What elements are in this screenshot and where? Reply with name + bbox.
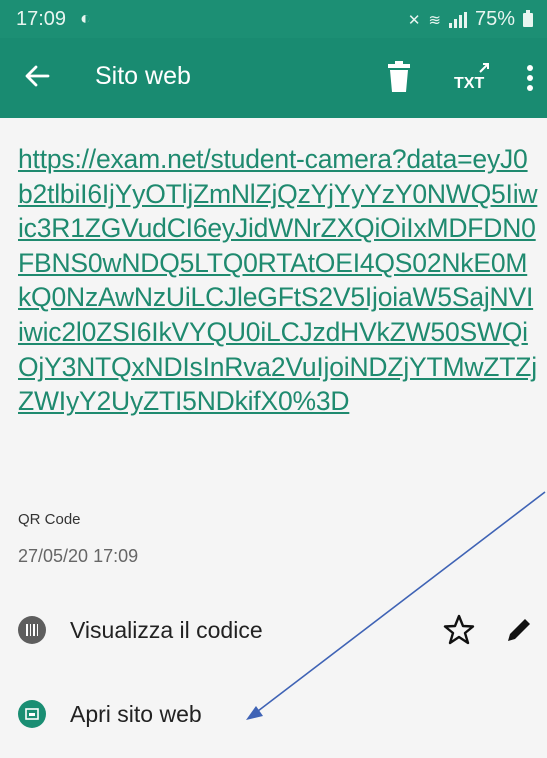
trash-icon[interactable] <box>384 60 414 96</box>
silent-icon: ✕ <box>407 11 421 29</box>
scan-date: 27/05/20 17:09 <box>18 546 139 566</box>
barcode-icon <box>18 616 46 644</box>
app-bar: Sito web TXT <box>0 38 547 118</box>
battery-percent: 75% <box>474 8 515 30</box>
scanned-url-link[interactable]: https://exam.net/student-camera?data=eyJ… <box>18 142 538 419</box>
view-code-action[interactable]: Visualizza il codice <box>18 610 263 650</box>
edit-icon[interactable] <box>503 614 535 646</box>
page-title: Sito web <box>95 62 191 90</box>
wifi-icon: ≋ <box>428 11 441 29</box>
open-website-action[interactable]: Apri sito web <box>18 694 202 734</box>
status-time: 17:09 <box>16 8 67 30</box>
battery-icon <box>523 9 533 27</box>
status-indicators: ✕ ≋ 75% <box>408 8 533 31</box>
notification-icon: ◐ <box>80 8 91 28</box>
view-code-label: Visualizza il codice <box>70 616 263 643</box>
code-type-label: QR Code <box>18 511 81 528</box>
text-export-icon[interactable]: TXT <box>452 60 492 96</box>
open-website-label: Apri sito web <box>70 700 202 727</box>
svg-text:TXT: TXT <box>454 75 484 92</box>
back-arrow-icon[interactable] <box>18 56 58 96</box>
star-icon[interactable] <box>442 613 476 647</box>
more-vert-icon[interactable] <box>520 60 540 96</box>
signal-icon <box>448 11 467 28</box>
open-browser-icon <box>18 700 46 728</box>
status-bar: 17:09 ◐ ✕ ≋ 75% <box>0 0 547 38</box>
